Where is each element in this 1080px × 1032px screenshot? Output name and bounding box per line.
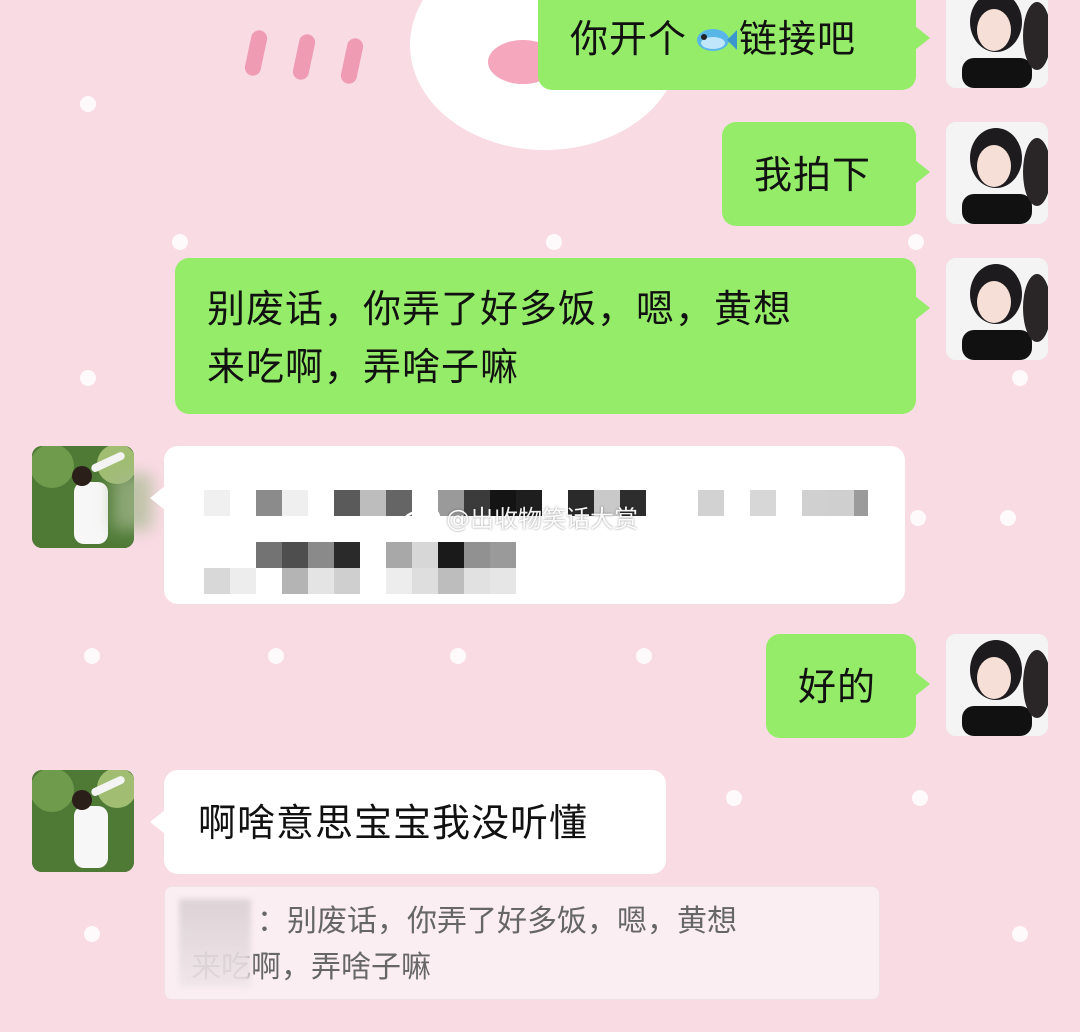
avatar[interactable] [946, 258, 1048, 360]
quoted-message[interactable]: ：别废话，你弄了好多饭，嗯，黄想 来吃啊，弄啥子嘛 [164, 886, 880, 1000]
blurred-sender [179, 899, 251, 987]
avatar-image [946, 0, 1048, 88]
quote-text-line: 来吃啊，弄啥子嘛 [191, 950, 431, 985]
message-bubble[interactable]: 啊啥意思宝宝我没听懂 [150, 770, 666, 874]
avatar-image [946, 122, 1048, 224]
message-text: 我拍下 [754, 153, 872, 197]
message-text: 链接吧 [739, 17, 857, 61]
quote-text-line: ：别废话，你弄了好多饭，嗯，黄想 [257, 904, 737, 939]
message-text: 来吃啊，弄啥子嘛 [207, 345, 520, 389]
message-text: 好的 [798, 665, 877, 709]
avatar[interactable] [946, 0, 1048, 88]
fish-emoji-icon [697, 29, 738, 51]
avatar-image [946, 258, 1048, 360]
message-bubble[interactable]: 我拍下 [722, 122, 930, 226]
watermark: @出收物笑话大赏 [402, 502, 638, 536]
avatar[interactable] [32, 770, 134, 872]
message-text: 啊啥意思宝宝我没听懂 [198, 801, 589, 845]
avatar[interactable] [946, 634, 1048, 736]
avatar[interactable] [946, 122, 1048, 224]
avatar-image [32, 770, 134, 872]
weibo-logo-icon [402, 506, 441, 534]
bg-decoration [291, 32, 317, 82]
message-bubble[interactable]: 你开个 链接吧 [538, 0, 930, 90]
message-bubble[interactable]: 好的 [766, 634, 930, 738]
message-text: 你开个 [570, 17, 688, 61]
bg-decoration [243, 28, 269, 78]
avatar-image [946, 634, 1048, 736]
watermark-text: @出收物笑话大赏 [446, 505, 638, 533]
bg-decoration [339, 36, 365, 86]
message-text: 别废话，你弄了好多饭，嗯，黄想 [207, 287, 793, 331]
message-bubble[interactable]: 别废话，你弄了好多饭，嗯，黄想 来吃啊，弄啥子嘛 [175, 258, 930, 414]
blur-patch [112, 474, 152, 530]
